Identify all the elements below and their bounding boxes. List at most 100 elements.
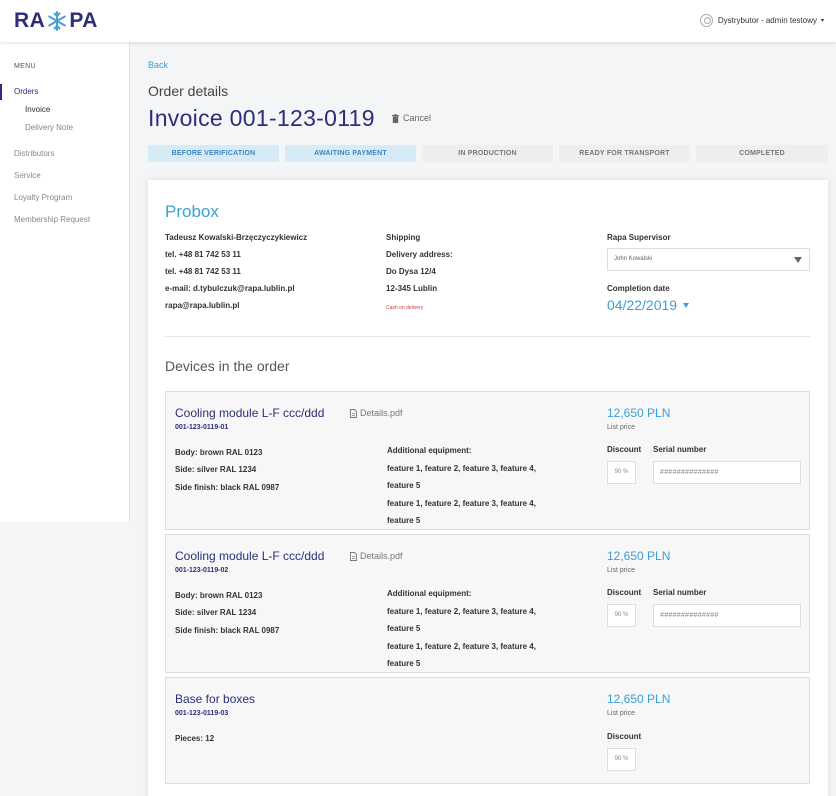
contact-phone: tel. +48 81 742 53 11 <box>165 250 241 259</box>
equipment-list: Additional equipment: feature 1, feature… <box>387 442 536 530</box>
sidebar-item-invoice[interactable]: Invoice <box>25 105 50 114</box>
device-card: Base for boxes 001-123-0119-03 12,650 PL… <box>165 677 810 784</box>
page-title: Invoice 001-123-0119 <box>148 105 375 131</box>
pdf-link[interactable]: Details.pdf <box>350 551 403 561</box>
back-link[interactable]: Back <box>148 60 168 70</box>
payment-note: Cash on delivery <box>386 305 424 311</box>
spec-side: Side: silver RAL 1234 <box>175 608 257 617</box>
top-bar: RA PA Dystrybutor - admin testowy ▾ <box>0 0 836 42</box>
serial-label: Serial number <box>653 445 707 454</box>
device-price: 12,650 PLN <box>607 692 671 706</box>
contact-name: Tadeusz Kowalski-Brzęczyczykiewicz <box>165 233 308 242</box>
serial-number-input[interactable]: ############## <box>653 604 801 627</box>
sidebar-item-orders[interactable]: Orders <box>14 87 38 96</box>
equipment-line: feature 1, feature 2, feature 3, feature… <box>387 498 536 508</box>
caret-down-icon <box>683 302 690 308</box>
pdf-link[interactable]: Details.pdf <box>350 408 403 418</box>
spec-body: Body: brown RAL 0123 <box>175 448 263 457</box>
cancel-button[interactable]: Cancel <box>392 113 431 123</box>
supervisor-value: John Kowalski <box>614 256 653 262</box>
device-code: 001-123-0119-03 <box>175 710 229 717</box>
trash-icon <box>392 113 399 123</box>
step-in-production: IN PRODUCTION <box>422 145 553 162</box>
active-indicator <box>0 84 2 100</box>
sidebar: MENU Orders Invoice Delivery Note Distri… <box>0 42 130 522</box>
user-avatar-icon <box>699 14 713 27</box>
step-ready-for-transport: READY FOR TRANSPORT <box>559 145 690 162</box>
divider <box>165 336 810 337</box>
user-menu[interactable]: Dystrybutor - admin testowy ▾ <box>699 14 824 27</box>
serial-number-input[interactable]: ############## <box>653 461 801 484</box>
discount-label: Discount <box>607 732 642 741</box>
equipment-line: feature 1, feature 2, feature 3, feature… <box>387 463 536 473</box>
discount-input[interactable]: 90 % <box>607 461 636 484</box>
price-caption: List price <box>607 424 636 431</box>
device-card: Cooling module L-F ccc/ddd 001-123-0119-… <box>165 391 810 530</box>
price-caption: List price <box>607 710 636 717</box>
step-before-verification: BEFORE VERIFICATION <box>148 145 279 162</box>
equipment-line: feature 1, feature 2, feature 3, feature… <box>387 606 536 616</box>
supervisor-label: Rapa Supervisor <box>607 233 671 242</box>
chevron-down-icon: ▾ <box>820 18 824 24</box>
address-street: Do Dysa 12/4 <box>386 267 436 276</box>
discount-label: Discount <box>607 588 642 597</box>
snowflake-icon <box>48 11 67 31</box>
device-name: Cooling module L-F ccc/ddd <box>175 549 325 563</box>
equipment-line: feature 5 <box>387 481 421 490</box>
price-caption: List price <box>607 567 636 574</box>
sidebar-item-service[interactable]: Service <box>14 171 41 180</box>
sidebar-item-distributors[interactable]: Distributors <box>14 149 54 158</box>
equipment-title: Additional equipment: <box>387 446 472 455</box>
delivery-address-label: Delivery address: <box>386 250 453 259</box>
equipment-line: feature 5 <box>387 659 421 668</box>
address-city: 12-345 Lublin <box>386 284 438 293</box>
pdf-label: Details.pdf <box>360 408 403 418</box>
logo-text-right: PA <box>69 9 98 32</box>
device-name: Cooling module L-F ccc/ddd <box>175 406 325 420</box>
discount-input[interactable]: 90 % <box>607 604 636 627</box>
spec-body: Body: brown RAL 0123 <box>175 591 263 600</box>
sidebar-item-membership-request[interactable]: Membership Request <box>14 215 90 224</box>
sidebar-item-delivery-note[interactable]: Delivery Note <box>25 123 73 132</box>
order-card: Probox Tadeusz Kowalski-Brzęczyczykiewic… <box>148 180 828 796</box>
step-completed: COMPLETED <box>696 145 828 162</box>
user-label: Dystrybutor - admin testowy <box>717 16 817 25</box>
document-icon <box>350 551 357 561</box>
pdf-label: Details.pdf <box>360 551 403 561</box>
chevron-down-icon <box>794 257 802 263</box>
cancel-label: Cancel <box>403 113 432 123</box>
device-price: 12,650 PLN <box>607 406 671 420</box>
devices-title: Devices in the order <box>165 358 290 374</box>
step-awaiting-payment: AWAITING PAYMENT <box>285 145 416 162</box>
spec-side: Side: silver RAL 1234 <box>175 465 257 474</box>
section-title: Order details <box>148 83 229 99</box>
completion-date-picker[interactable]: 04/22/2019 <box>607 297 690 313</box>
document-icon <box>350 408 357 418</box>
equipment-title: Additional equipment: <box>387 589 472 598</box>
rapa-logo[interactable]: RA PA <box>14 10 98 32</box>
discount-input[interactable]: 90 % <box>607 748 636 771</box>
device-name: Base for boxes <box>175 692 256 706</box>
equipment-list: Additional equipment: feature 1, feature… <box>387 585 536 673</box>
spec-side-finish: Side finish: black RAL 0987 <box>175 626 280 635</box>
shipping-label: Shipping <box>386 233 421 242</box>
completion-date-value: 04/22/2019 <box>607 297 678 313</box>
equipment-line: feature 5 <box>387 624 421 633</box>
device-code: 001-123-0119-02 <box>175 567 229 574</box>
device-price: 12,650 PLN <box>607 549 671 563</box>
contact-phone-2: tel. +48 81 742 53 11 <box>165 267 241 276</box>
device-code: 001-123-0119-01 <box>175 424 229 431</box>
supervisor-select[interactable]: John Kowalski <box>607 248 810 271</box>
sidebar-item-loyalty-program[interactable]: Loyalty Program <box>14 193 72 202</box>
logo-text-left: RA <box>14 9 46 32</box>
device-card: Cooling module L-F ccc/ddd 001-123-0119-… <box>165 534 810 673</box>
completion-date-label: Completion date <box>607 284 670 293</box>
spec-side-finish: Side finish: black RAL 0987 <box>175 483 280 492</box>
equipment-line: feature 5 <box>387 516 421 525</box>
serial-label: Serial number <box>653 588 707 597</box>
company-name: Probox <box>165 202 219 221</box>
order-status-steps: BEFORE VERIFICATION AWAITING PAYMENT IN … <box>148 145 828 162</box>
pieces-count: Pieces: 12 <box>175 734 215 743</box>
menu-title: MENU <box>14 63 36 70</box>
equipment-line: feature 1, feature 2, feature 3, feature… <box>387 641 536 651</box>
